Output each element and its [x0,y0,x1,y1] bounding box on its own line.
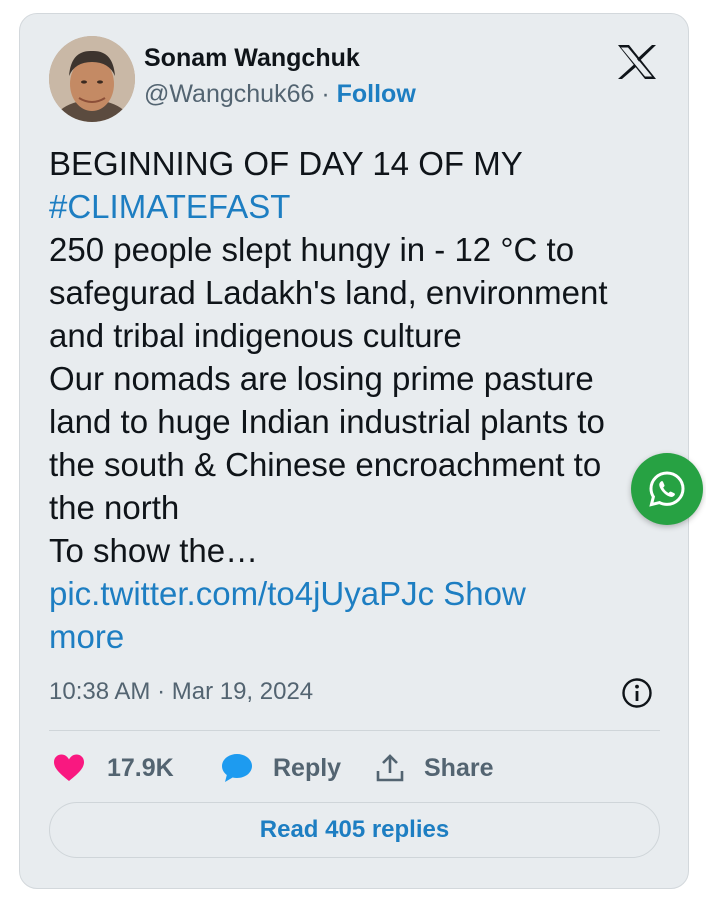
tweet-line: the north [49,489,180,526]
like-button[interactable]: 17.9K [53,746,174,790]
tweet-line: and tribal indigenous culture [49,317,462,354]
hashtag-link[interactable]: #CLIMATEFAST [49,185,674,228]
follow-button[interactable]: Follow [337,80,416,108]
read-replies-label: Read 405 replies [259,816,450,843]
x-logo-icon[interactable] [616,44,658,80]
author-handle-line: @Wangchuk66 · Follow [144,80,416,109]
pic-link[interactable]: pic.twitter.com/to4jUyaPJc [49,575,434,612]
tweet-text: BEGINNING OF DAY 14 OF MY #CLIMATEFAST 2… [49,142,674,658]
reply-label: Reply [273,753,342,782]
author-handle[interactable]: @Wangchuk66 [144,80,314,108]
speech-bubble-icon [222,754,252,782]
author-name[interactable]: Sonam Wangchuk [144,44,360,73]
avatar-photo [49,36,135,122]
tweet-card: Sonam Wangchuk @Wangchuk66 · Follow BEGI… [19,13,689,889]
whatsapp-icon [649,471,685,507]
whatsapp-share-button[interactable] [631,453,703,525]
read-replies-button[interactable]: Read 405 replies [49,802,660,858]
tweet-line: safegurad Ladakh's land, environment [49,274,608,311]
tweet-line: 250 people slept hungy in - 12 °C to [49,231,575,268]
tweet-line: To show the… [49,532,259,569]
like-count: 17.9K [107,753,174,782]
reply-button[interactable]: Reply [220,746,341,790]
show-more-link-continued[interactable]: more [49,615,674,658]
avatar[interactable] [49,36,135,122]
tweet-line: BEGINNING OF DAY 14 OF MY [49,145,523,182]
tweet-line: land to huge Indian industrial plants to [49,403,605,440]
tweet-line: the south & Chinese encroachment to [49,446,602,483]
handle-separator: · [321,80,330,108]
action-bar: 17.9K Reply Share [49,746,660,790]
heart-icon [54,754,84,781]
tweet-timestamp[interactable]: 10:38 AM · Mar 19, 2024 [49,678,313,706]
show-more-link[interactable]: Show [443,575,526,612]
share-button[interactable]: Share [375,746,493,790]
share-label: Share [424,753,494,782]
share-upload-icon [376,754,404,782]
tweet-line: Our nomads are losing prime pasture [49,360,594,397]
divider [49,730,660,731]
info-icon[interactable] [621,677,653,709]
